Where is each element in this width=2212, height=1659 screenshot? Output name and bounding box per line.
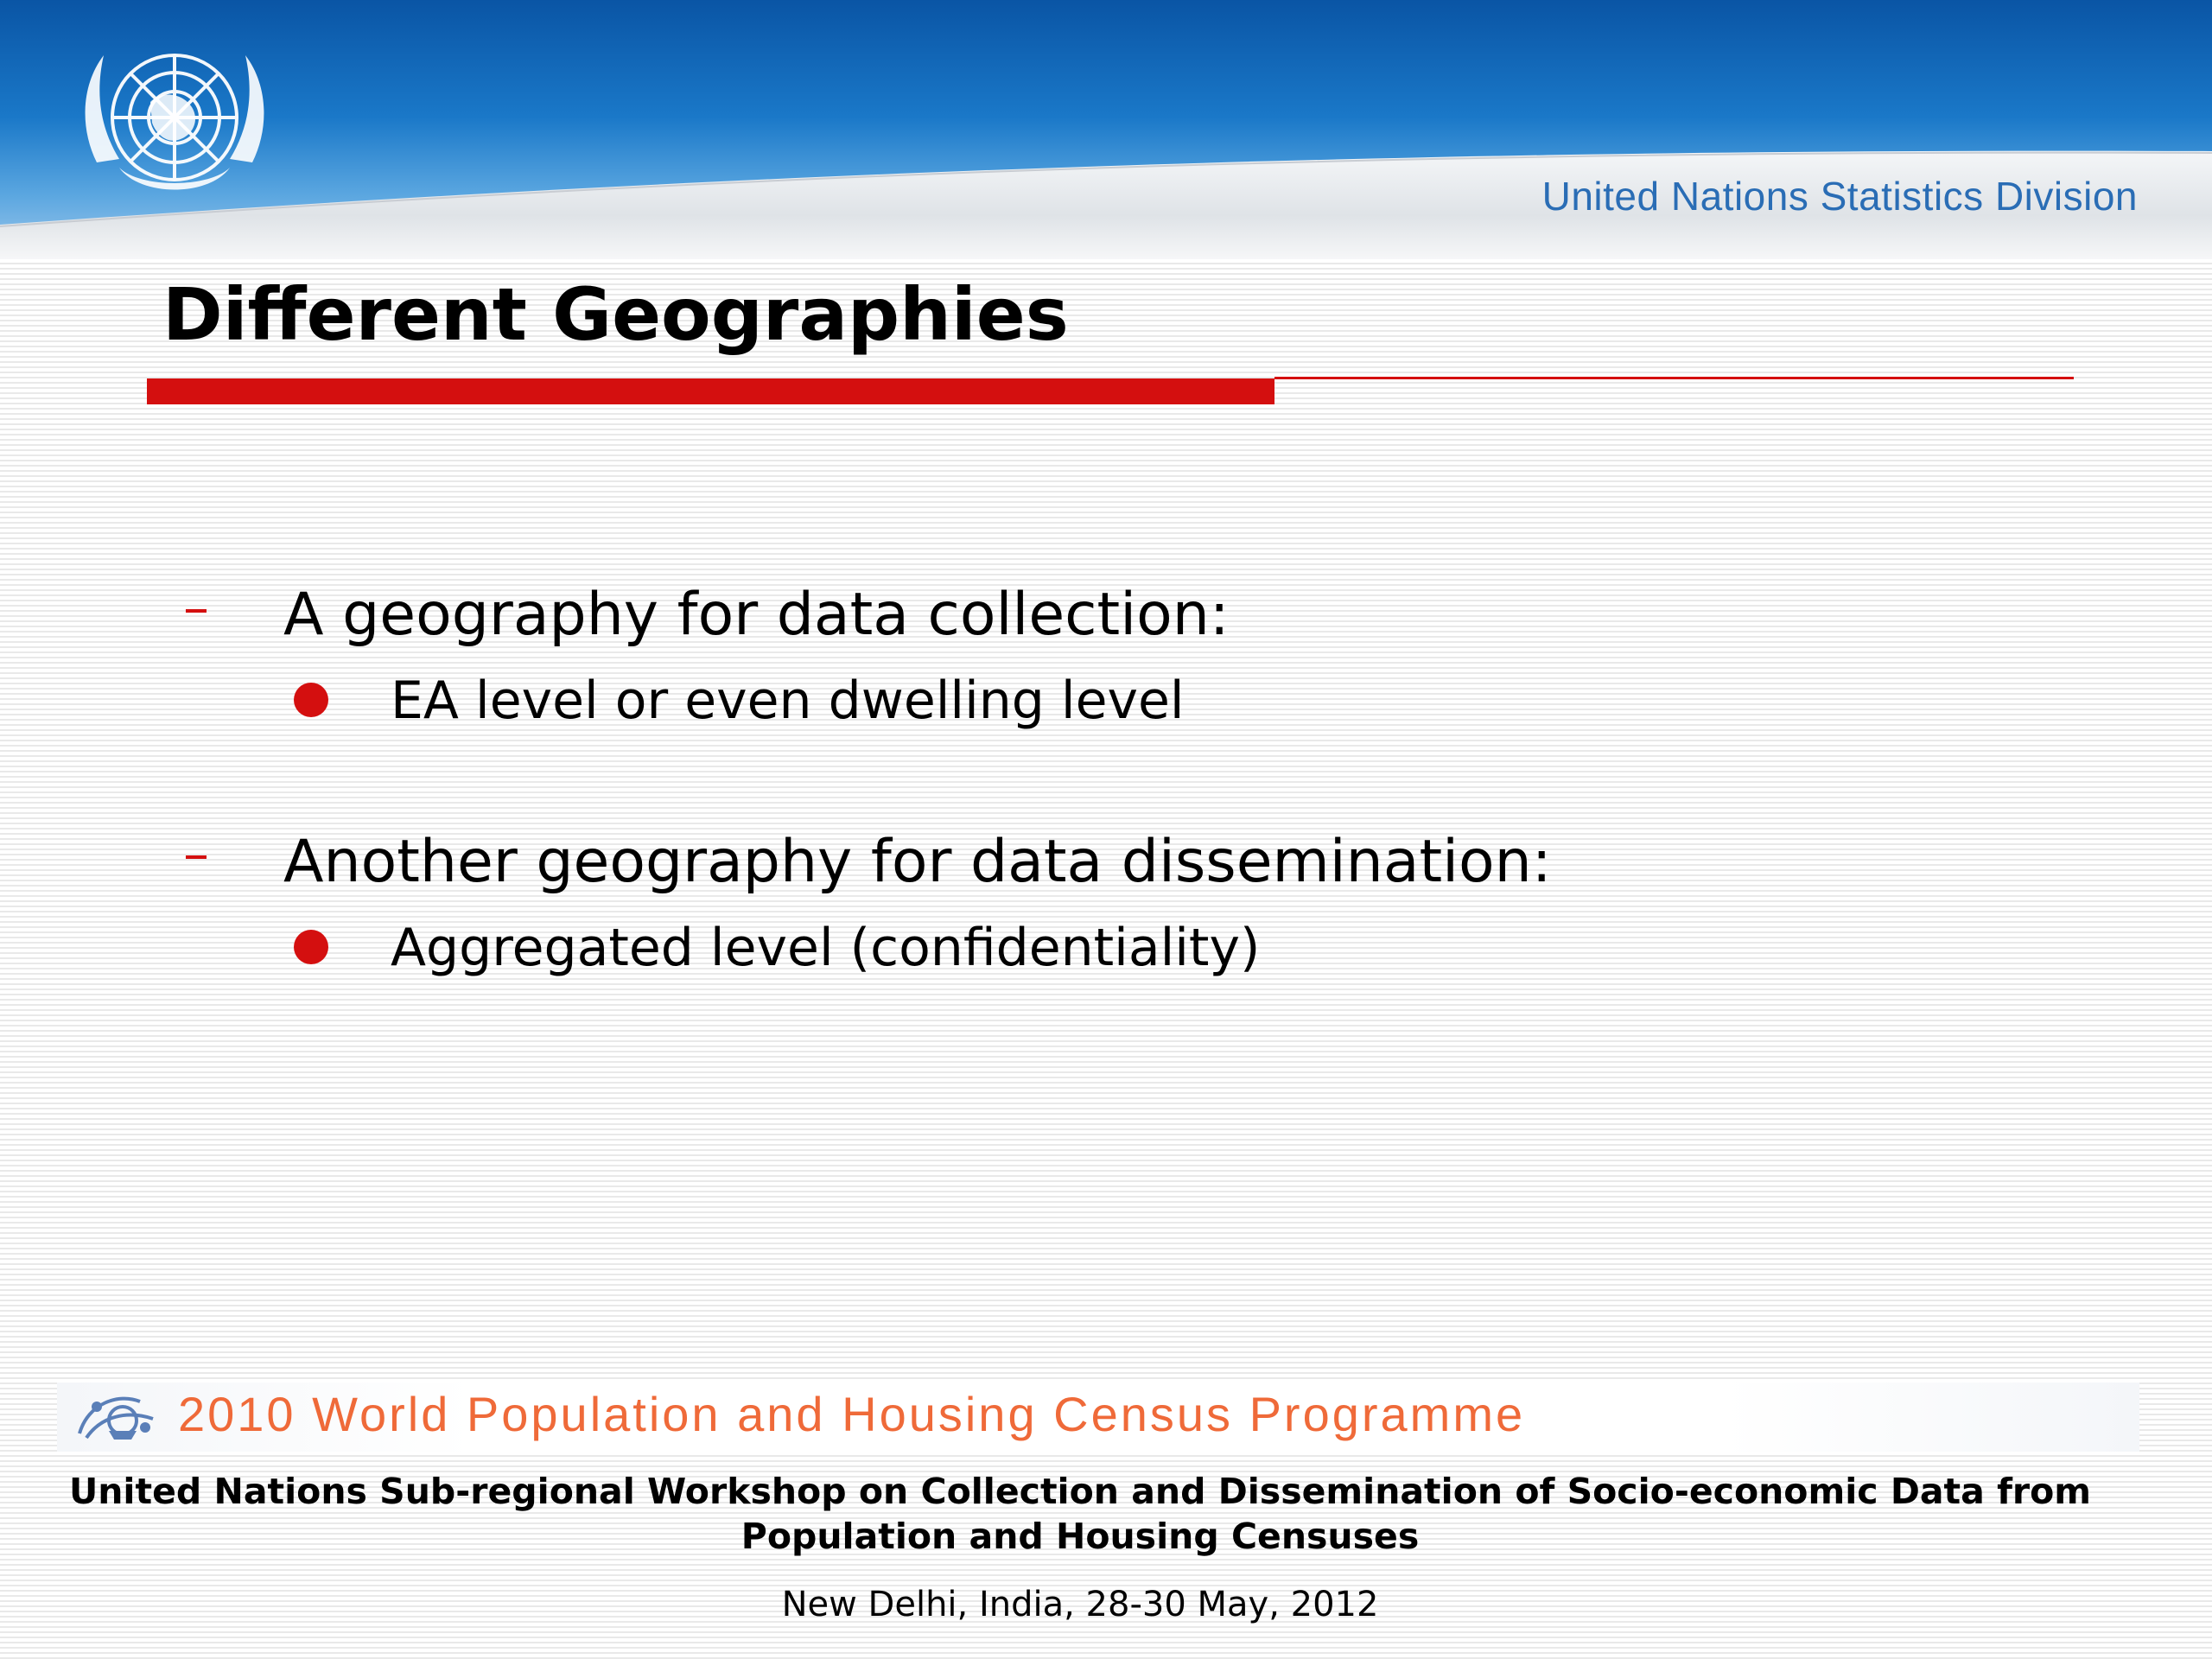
programme-title: 2010 World Population and Housing Census… — [178, 1387, 1526, 1441]
slide-title: Different Geographies — [162, 272, 1069, 357]
census-programme-logo-icon — [78, 1396, 154, 1440]
red-dot-bullet-icon — [294, 683, 328, 717]
header-swoosh — [0, 150, 2212, 259]
bullet-text: A geography for data collection: — [283, 581, 1230, 649]
sub-bullet-text: Aggregated level (confidentiality) — [391, 918, 1261, 978]
organization-name: United Nations Statistics Division — [1541, 174, 2138, 219]
un-emblem-icon — [85, 54, 264, 190]
venue-date: New Delhi, India, 28-30 May, 2012 — [781, 1585, 1379, 1624]
dash-bullet-icon — [186, 855, 207, 859]
workshop-title: United Nations Sub-regional Workshop on … — [68, 1471, 2092, 1557]
red-dot-bullet-icon — [294, 930, 328, 964]
sub-bullet-text: EA level or even dwelling level — [391, 671, 1185, 731]
title-underline-thin — [1274, 377, 2074, 379]
slide-header: United Nations Statistics Division — [0, 0, 2212, 259]
bullet-text: Another geography for data dissemination… — [283, 828, 1552, 896]
slide: United Nations Statistics Division Diffe… — [0, 0, 2212, 1659]
title-underline-thick — [147, 378, 1274, 404]
dash-bullet-icon — [186, 609, 207, 613]
